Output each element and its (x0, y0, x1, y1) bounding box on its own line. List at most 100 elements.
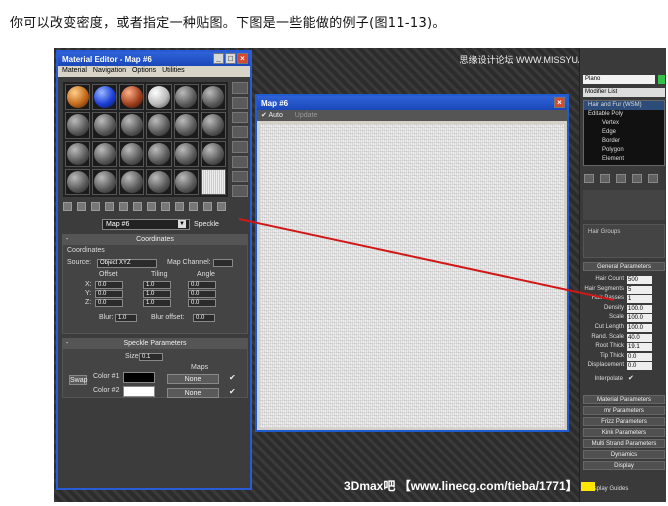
sample-slot[interactable] (65, 140, 91, 167)
tiling-z-field[interactable]: 1.0 (143, 299, 171, 307)
uv-tiling-icon[interactable] (232, 126, 248, 138)
select-by-material-icon[interactable] (232, 185, 248, 197)
show-end-result-icon[interactable] (189, 202, 198, 211)
param-value-field[interactable]: 40.0 (627, 333, 652, 342)
interpolate-checkbox[interactable]: ✔ (628, 374, 634, 382)
rollout-header[interactable]: Frizz Parameters (583, 417, 665, 426)
configure-icon[interactable] (648, 174, 658, 183)
param-value-field[interactable]: 5 (627, 285, 652, 294)
param-value-field[interactable]: 100.0 (627, 304, 652, 313)
sample-slot[interactable] (146, 168, 172, 195)
color2-swatch[interactable] (123, 386, 155, 397)
rollout-header[interactable]: Dynamics (583, 450, 665, 459)
assign-to-selection-icon[interactable] (91, 202, 100, 211)
make-unique-icon[interactable] (133, 202, 142, 211)
param-value-field[interactable]: 1 (627, 295, 652, 304)
stack-item[interactable]: Edge (584, 128, 664, 137)
stack-item[interactable]: Polygon (584, 146, 664, 155)
go-to-parent-icon[interactable] (203, 202, 212, 211)
menu-utilities[interactable]: Utilities (162, 67, 185, 76)
put-to-library-icon[interactable] (147, 202, 156, 211)
sample-slot[interactable] (119, 168, 145, 195)
stack-item[interactable]: Hair and Fur (WSM) (584, 101, 664, 110)
sample-slot[interactable] (200, 112, 226, 139)
stack-item[interactable]: Border (584, 137, 664, 146)
param-value-field[interactable]: 100.0 (627, 324, 652, 332)
make-unique-icon[interactable] (616, 174, 626, 183)
color1-swatch[interactable] (123, 372, 155, 383)
material-editor-titlebar[interactable]: Material Editor - Map #6 _ □ × (58, 52, 250, 66)
remove-modifier-icon[interactable] (632, 174, 642, 183)
rollout-header[interactable]: Multi Strand Parameters (583, 439, 665, 448)
menu-navigation[interactable]: Navigation (93, 67, 126, 76)
sample-slot[interactable] (119, 112, 145, 139)
sample-slot[interactable] (146, 112, 172, 139)
coordinates-rollout-header[interactable]: - Coordinates (63, 235, 247, 245)
angle-z-field[interactable]: 0.0 (188, 299, 216, 307)
sample-slot[interactable] (92, 140, 118, 167)
sample-slot[interactable] (173, 140, 199, 167)
background-icon[interactable] (232, 111, 248, 124)
object-name-field[interactable]: Plano (583, 75, 655, 84)
map1-checkbox[interactable]: ✔ (229, 373, 236, 382)
sample-slot[interactable] (200, 140, 226, 167)
material-id-icon[interactable] (161, 202, 170, 211)
offset-y-field[interactable]: 0.0 (95, 290, 123, 298)
sample-slot[interactable] (173, 168, 199, 195)
close-button[interactable]: × (237, 53, 248, 64)
sample-slot[interactable] (65, 112, 91, 139)
minimize-button[interactable]: _ (213, 53, 224, 64)
sample-slot[interactable] (119, 140, 145, 167)
sample-slot[interactable] (65, 168, 91, 195)
sample-type-icon[interactable] (232, 82, 248, 94)
angle-y-field[interactable]: 0.0 (188, 290, 216, 298)
reset-icon[interactable] (105, 202, 114, 211)
menu-material[interactable]: Material (62, 67, 87, 76)
sample-slot[interactable] (146, 140, 172, 167)
menu-options[interactable]: Options (132, 67, 156, 76)
param-value-field[interactable]: 0.0 (627, 352, 652, 361)
map1-button[interactable]: None (167, 374, 219, 384)
backlight-icon[interactable] (232, 96, 248, 109)
maximize-button[interactable]: □ (225, 53, 236, 64)
map-name-field[interactable]: Map #6 ▼ (102, 218, 190, 230)
offset-x-field[interactable]: 0.0 (95, 281, 123, 289)
general-params-header[interactable]: General Parameters (583, 262, 665, 271)
tiling-x-field[interactable]: 1.0 (143, 281, 171, 289)
offset-z-field[interactable]: 0.0 (95, 299, 123, 307)
blur-offset-field[interactable]: 0.0 (193, 314, 215, 322)
map-window-titlebar[interactable]: Map #6 × (257, 96, 567, 110)
rollout-header[interactable]: Material Parameters (583, 395, 665, 404)
pin-stack-icon[interactable] (584, 174, 594, 183)
chevron-down-icon[interactable]: ▼ (178, 220, 186, 228)
sample-slot[interactable] (92, 84, 118, 111)
sample-slot[interactable] (173, 112, 199, 139)
modifier-list-dropdown[interactable]: Modifier List (583, 88, 665, 97)
map2-button[interactable]: None (167, 388, 219, 398)
options-icon[interactable] (232, 170, 248, 183)
put-to-scene-icon[interactable] (77, 202, 86, 211)
speckle-rollout-header[interactable]: - Speckle Parameters (63, 339, 247, 349)
object-color-swatch[interactable] (658, 75, 665, 84)
video-check-icon[interactable] (232, 141, 248, 153)
sample-slot[interactable] (200, 84, 226, 111)
angle-x-field[interactable]: 0.0 (188, 281, 216, 289)
rollout-header[interactable]: mr Parameters (583, 406, 665, 415)
make-preview-icon[interactable] (232, 155, 248, 168)
blur-field[interactable]: 1.0 (115, 314, 137, 322)
copy-icon[interactable] (119, 202, 128, 211)
sample-slot[interactable] (173, 84, 199, 111)
stack-item[interactable]: Element (584, 155, 664, 164)
param-value-field[interactable]: 100.0 (627, 314, 652, 323)
rollout-header[interactable]: Kink Parameters (583, 428, 665, 437)
sample-slot[interactable] (146, 84, 172, 111)
map-window-close-button[interactable]: × (554, 97, 565, 108)
stack-item[interactable]: Editable Poly (584, 110, 664, 119)
size-field[interactable]: 0.1 (139, 353, 163, 361)
rollout-header[interactable]: Display (583, 461, 665, 470)
sample-slot-active[interactable] (200, 168, 226, 195)
get-material-icon[interactable] (63, 202, 72, 211)
sample-slot[interactable] (119, 84, 145, 111)
map-type-button[interactable]: Speckle (194, 221, 219, 228)
stack-item[interactable]: Vertex (584, 119, 664, 128)
